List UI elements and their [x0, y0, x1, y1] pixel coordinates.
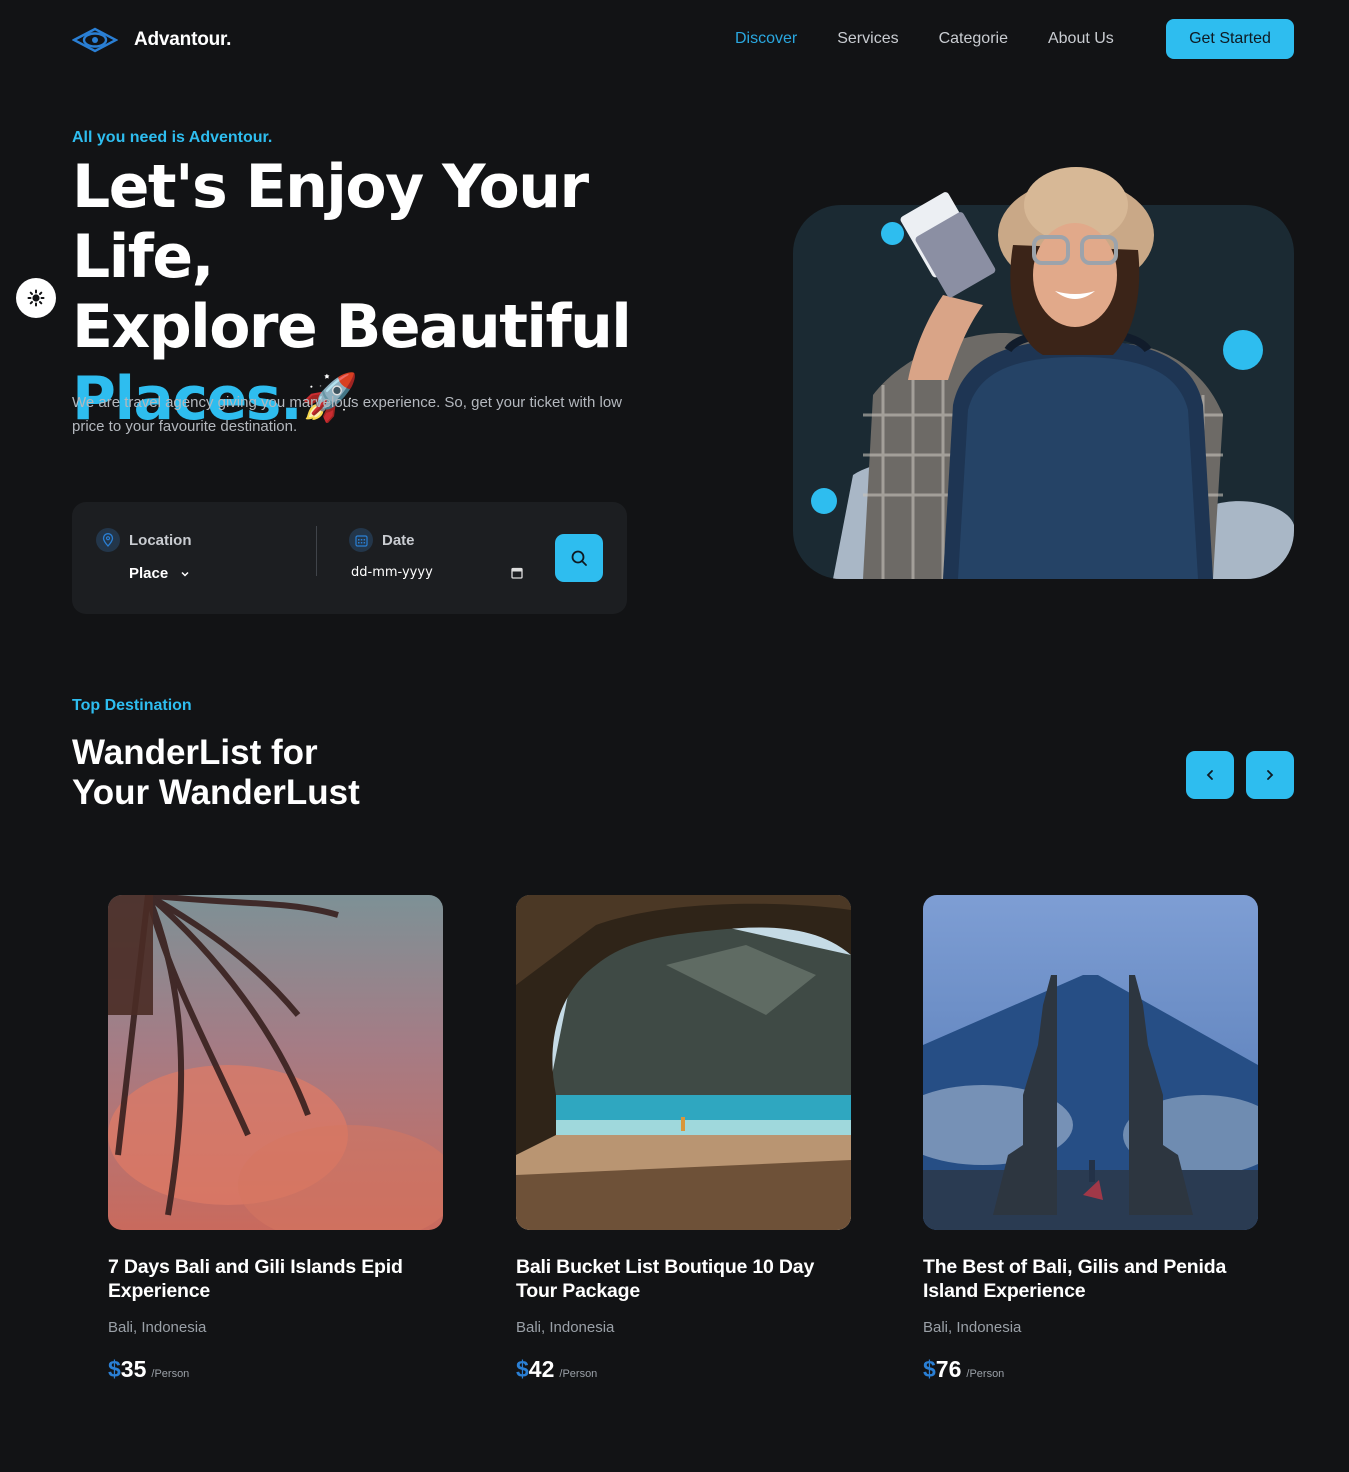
destination-card[interactable]: Bali Bucket List Boutique 10 Day Tour Pa… [516, 895, 851, 1383]
destination-location: Bali, Indonesia [516, 1319, 615, 1336]
theme-toggle-button[interactable] [16, 278, 56, 318]
destinations-title-line2: Your WanderLust [72, 773, 360, 812]
hero-eyebrow: All you need is Adventour. [72, 129, 273, 146]
nav-link-discover[interactable]: Discover [735, 30, 797, 48]
date-label: Date [382, 531, 415, 549]
destinations-eyebrow: Top Destination [72, 697, 192, 714]
destination-location: Bali, Indonesia [923, 1319, 1022, 1336]
carousel-prev-button[interactable] [1186, 751, 1234, 799]
nav-links: Discover Services Categorie About Us [735, 30, 1114, 48]
field-divider [316, 526, 317, 576]
price-value: 35 [120, 1356, 147, 1382]
carousel-next-button[interactable] [1246, 751, 1294, 799]
destination-title[interactable]: 7 Days Bali and Gili Islands Epid Experi… [108, 1255, 443, 1303]
destination-price: $ 42 /Person [516, 1356, 851, 1383]
price-value: 76 [935, 1356, 962, 1382]
destination-card[interactable]: 7 Days Bali and Gili Islands Epid Experi… [108, 895, 443, 1383]
hero-title-line1: Let's Enjoy Your Life, [72, 152, 589, 292]
nav-link-services[interactable]: Services [837, 30, 898, 48]
date-input[interactable]: dd-mm-yyyy [351, 565, 433, 580]
calendar-icon [349, 528, 373, 552]
decor-dot [881, 222, 904, 245]
search-card: Location Place Date dd-mm-yyyy [72, 502, 627, 614]
hero-title-line2: Explore Beautiful [72, 292, 632, 362]
location-field[interactable]: Location Place [96, 528, 192, 582]
price-unit: /Person [559, 1368, 598, 1380]
get-started-button[interactable]: Get Started [1166, 19, 1294, 59]
destination-title[interactable]: Bali Bucket List Boutique 10 Day Tour Pa… [516, 1255, 851, 1303]
date-field[interactable]: Date dd-mm-yyyy [349, 528, 523, 580]
destination-image-palm-sunset [108, 895, 443, 1230]
map-pin-icon [96, 528, 120, 552]
chevron-right-icon [1267, 770, 1274, 780]
destinations-title: WanderList for Your WanderLust [72, 733, 472, 813]
decor-dot [811, 488, 837, 514]
brand-name: Advantour. [134, 29, 232, 50]
date-picker-icon[interactable] [511, 567, 523, 579]
destinations-title-line1: WanderList for [72, 733, 318, 772]
nav-link-about-us[interactable]: About Us [1048, 30, 1114, 48]
brand-logo[interactable]: Advantour. [72, 26, 231, 54]
location-select-value[interactable]: Place [129, 565, 168, 582]
price-currency: $ [108, 1356, 121, 1382]
price-currency: $ [516, 1356, 529, 1382]
destination-title[interactable]: The Best of Bali, Gilis and Penida Islan… [923, 1255, 1258, 1303]
destination-price: $ 76 /Person [923, 1356, 1258, 1383]
hero-traveler-image [793, 165, 1294, 579]
chevron-left-icon [1206, 770, 1213, 780]
eye-logo-icon [72, 27, 118, 53]
price-currency: $ [923, 1356, 936, 1382]
price-value: 42 [528, 1356, 555, 1382]
destination-card[interactable]: The Best of Bali, Gilis and Penida Islan… [923, 895, 1258, 1383]
destination-image-temple-gate [923, 895, 1258, 1230]
search-icon [571, 550, 587, 566]
nav-link-categorie[interactable]: Categorie [939, 30, 1008, 48]
decor-dot [1223, 330, 1263, 370]
destination-image-beach-cave [516, 895, 851, 1230]
top-navbar: Advantour. Discover Services Categorie A… [0, 0, 1349, 80]
destination-price: $ 35 /Person [108, 1356, 443, 1383]
destination-location: Bali, Indonesia [108, 1319, 207, 1336]
search-button[interactable] [555, 534, 603, 582]
sun-icon [27, 289, 45, 307]
chevron-down-icon [181, 571, 189, 577]
price-unit: /Person [966, 1368, 1005, 1380]
price-unit: /Person [151, 1368, 190, 1380]
location-label: Location [129, 531, 192, 549]
hero-description: We are travel agency giving you marvelou… [72, 394, 622, 435]
